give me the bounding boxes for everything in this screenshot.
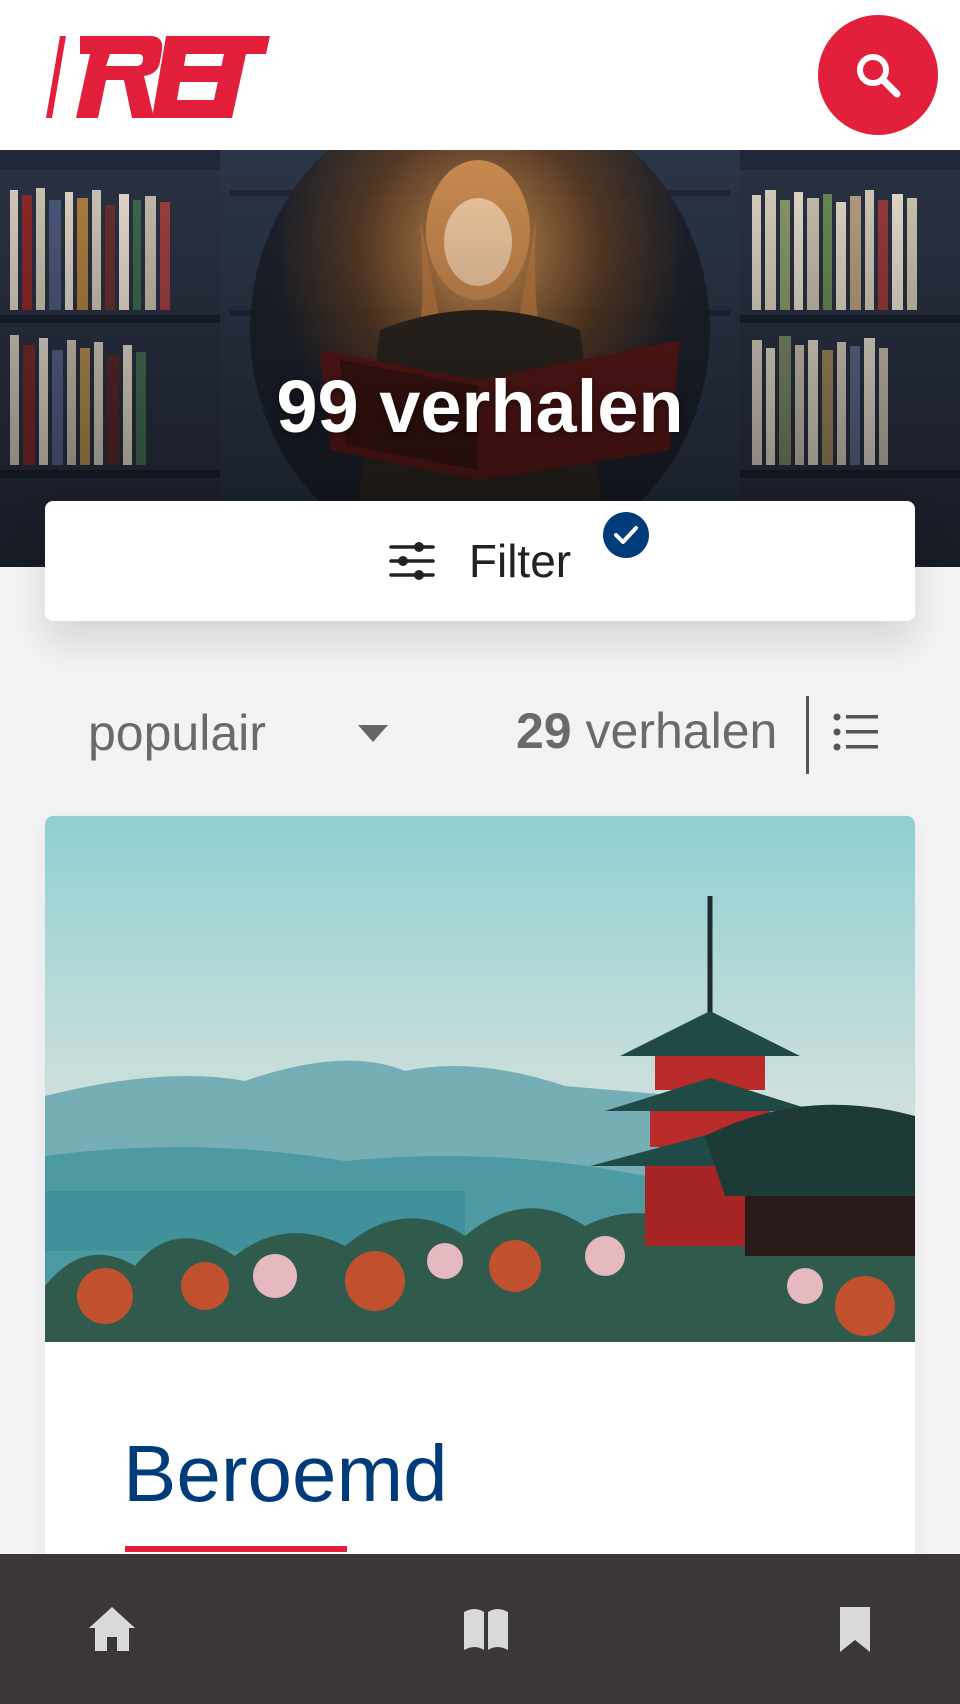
divider (806, 696, 809, 774)
filter-label: Filter (468, 535, 572, 587)
ret-logo[interactable] (46, 36, 270, 118)
caret-down-icon (358, 724, 388, 742)
home-icon[interactable] (87, 1604, 137, 1654)
sort-bar: populair 29 verhalen (0, 690, 960, 780)
book-icon[interactable] (461, 1604, 511, 1654)
story-title: Beroemd (123, 1429, 448, 1518)
story-card[interactable]: Beroemd (45, 816, 915, 1576)
top-bar (0, 0, 960, 150)
sort-dropdown[interactable]: populair (88, 704, 388, 762)
search-icon (857, 54, 901, 98)
story-count: 29 verhalen (516, 702, 777, 760)
bottom-nav (0, 1554, 960, 1704)
sliders-icon (389, 542, 435, 580)
sort-selected-value: populair (88, 705, 266, 761)
story-image-pagoda (45, 816, 915, 1342)
story-count-number: 29 (516, 703, 572, 759)
bookmark-icon[interactable] (830, 1604, 880, 1654)
search-button[interactable] (818, 15, 938, 135)
list-view-icon[interactable] (832, 710, 880, 754)
check-circle-icon (603, 512, 650, 558)
filter-button[interactable]: Filter (45, 501, 915, 621)
hero-title: 99 verhalen (276, 365, 684, 448)
title-underline (125, 1546, 347, 1552)
story-count-label: verhalen (571, 703, 778, 759)
